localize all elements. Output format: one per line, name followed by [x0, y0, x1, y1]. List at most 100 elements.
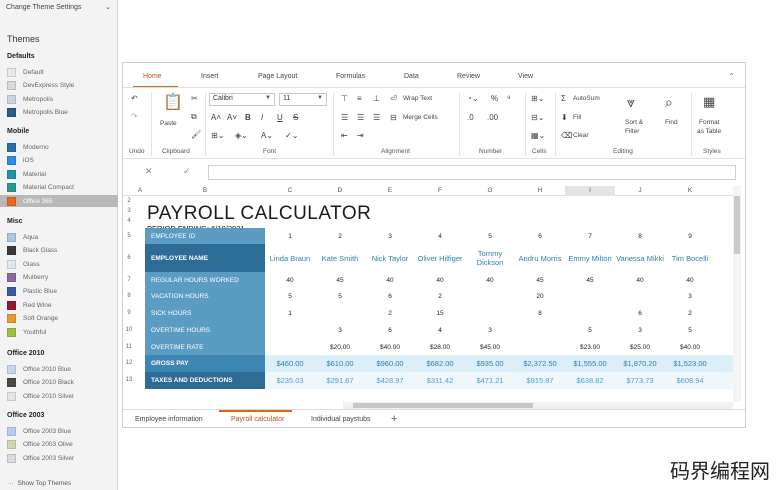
grid-cell[interactable]: Tommy Dickson: [465, 244, 515, 272]
grid-cell[interactable]: 7: [565, 228, 615, 244]
grid-cell[interactable]: 6: [365, 322, 415, 339]
row-header[interactable]: 7: [123, 272, 135, 288]
tab-view[interactable]: View: [518, 73, 533, 80]
column-header[interactable]: C: [265, 186, 315, 196]
borders-icon[interactable]: ⊞⌄: [211, 131, 224, 141]
theme-item[interactable]: Office 2010 Black: [0, 377, 118, 389]
grid-cell[interactable]: $638.82: [565, 372, 615, 389]
grid-cell[interactable]: 2: [365, 305, 415, 322]
theme-item[interactable]: Aqua: [0, 231, 118, 243]
font-size-select[interactable]: 11 ▼: [279, 93, 327, 106]
underline-icon[interactable]: U: [277, 113, 283, 123]
wrap-text-icon[interactable]: ⏎: [390, 94, 397, 104]
grid-cell[interactable]: Emmy Milton: [565, 244, 615, 272]
formula-input[interactable]: [208, 165, 736, 180]
grid-cell[interactable]: 9: [665, 228, 715, 244]
tab-page-layout[interactable]: Page Layout: [258, 73, 297, 80]
format-cells-icon[interactable]: ▦⌄: [531, 131, 545, 141]
grid-cell[interactable]: $682.00: [415, 355, 465, 372]
autosum-button[interactable]: AutoSum: [573, 95, 600, 102]
sort-filter-label-2[interactable]: Filter: [625, 128, 639, 135]
theme-item[interactable]: Office 2003 Olive: [0, 439, 118, 451]
font-color-icon[interactable]: A⌄: [261, 131, 273, 141]
increase-indent-icon[interactable]: ⇥: [357, 131, 364, 141]
grid-cell[interactable]: 8: [515, 305, 565, 322]
grid-cell[interactable]: $935.00: [465, 355, 515, 372]
grid-cell[interactable]: $2,372.50: [515, 355, 565, 372]
sheet-tab-individual-paystubs[interactable]: Individual paystubs: [311, 416, 371, 423]
sort-filter-label-1[interactable]: Sort &: [625, 119, 643, 126]
theme-item[interactable]: Glass: [0, 258, 118, 270]
grid-cell[interactable]: $960.00: [365, 355, 415, 372]
sheet-title[interactable]: PAYROLL CALCULATOR: [147, 203, 371, 225]
grid-cell[interactable]: 15: [415, 305, 465, 322]
grid-cell[interactable]: 40: [365, 272, 415, 288]
theme-item[interactable]: Material: [0, 168, 118, 180]
column-header[interactable]: D: [315, 186, 365, 196]
align-top-icon[interactable]: ⊤: [341, 94, 348, 104]
grid-cell[interactable]: 40: [465, 272, 515, 288]
row-header[interactable]: 11: [123, 339, 135, 355]
grid-cell[interactable]: 2: [415, 288, 465, 305]
chevron-down-icon[interactable]: ⌄: [105, 3, 111, 11]
grid-cell[interactable]: 5: [265, 288, 315, 305]
grid-cell[interactable]: $311.42: [415, 372, 465, 389]
theme-item[interactable]: Metropolis Blue: [0, 107, 118, 119]
row-header[interactable]: 12: [123, 355, 135, 372]
grid-cell[interactable]: 45: [515, 272, 565, 288]
row-header[interactable]: 13: [123, 372, 135, 389]
copy-icon[interactable]: ⧉: [191, 112, 197, 122]
align-center-icon[interactable]: ☰: [357, 113, 364, 123]
grid-cell[interactable]: 3: [615, 322, 665, 339]
show-top-themes-button[interactable]: ··· Show Top Themes: [7, 480, 71, 487]
row-header[interactable]: 9: [123, 305, 135, 322]
theme-item[interactable]: Office 2010 Blue: [0, 363, 118, 375]
redo-icon[interactable]: ↷: [131, 112, 138, 122]
grid-cell[interactable]: [465, 305, 515, 322]
wrap-text-button[interactable]: Wrap Text: [403, 95, 432, 102]
tab-home[interactable]: Home: [143, 73, 162, 80]
format-as-table-icon[interactable]: ▦: [703, 94, 715, 109]
column-header[interactable]: G: [465, 186, 515, 196]
grid-cell[interactable]: [565, 288, 615, 305]
row-label-cell[interactable]: SICK HOURS: [145, 305, 265, 322]
theme-item[interactable]: Material Compact: [0, 182, 118, 194]
clear-icon[interactable]: ⌫: [561, 131, 572, 141]
autosum-icon[interactable]: Σ: [561, 94, 566, 104]
delete-cells-icon[interactable]: ⊟⌄: [531, 113, 544, 123]
grid-cell[interactable]: $23.00: [565, 339, 615, 355]
strikethrough-icon[interactable]: S: [293, 113, 298, 123]
tab-formulas[interactable]: Formulas: [336, 73, 365, 80]
grid-cell[interactable]: 2: [665, 305, 715, 322]
grid-cell[interactable]: $45.00: [465, 339, 515, 355]
grid-cell[interactable]: $40.00: [665, 339, 715, 355]
grid-cell[interactable]: $25.00: [615, 339, 665, 355]
theme-item[interactable]: iOS: [0, 155, 118, 167]
row-header[interactable]: 10: [123, 322, 135, 339]
grid-cell[interactable]: $20.00: [315, 339, 365, 355]
grid-cell[interactable]: $40.00: [365, 339, 415, 355]
grid-cell[interactable]: $1,523.00: [665, 355, 715, 372]
number-format-icon[interactable]: ◔⌄: [467, 94, 479, 104]
format-painter-icon[interactable]: 🖌: [191, 130, 201, 140]
row-label-cell[interactable]: REGULAR HOURS WORKED: [145, 272, 265, 288]
theme-item[interactable]: Soft Orange: [0, 313, 118, 325]
theme-item[interactable]: Moderno: [0, 141, 118, 153]
column-header[interactable]: J: [615, 186, 665, 196]
insert-cells-icon[interactable]: ⊞⌄: [531, 94, 544, 104]
increase-font-icon[interactable]: A˄: [211, 113, 221, 123]
sort-filter-icon[interactable]: ⩔: [627, 94, 635, 110]
bold-icon[interactable]: B: [245, 113, 251, 123]
tab-review[interactable]: Review: [457, 73, 480, 80]
grid-cell[interactable]: 45: [315, 272, 365, 288]
grid-cell[interactable]: 45: [565, 272, 615, 288]
grid-cell[interactable]: $1,870.20: [615, 355, 665, 372]
find-button[interactable]: Find: [665, 119, 678, 126]
theme-item[interactable]: Plastic Blue: [0, 285, 118, 297]
grid-cell[interactable]: 3: [315, 322, 365, 339]
grid-cell[interactable]: 6: [615, 305, 665, 322]
horizontal-scrollbar[interactable]: [343, 402, 733, 409]
undo-icon[interactable]: ↶: [131, 94, 138, 104]
column-header[interactable]: E: [365, 186, 415, 196]
theme-item[interactable]: Red Wine: [0, 299, 118, 311]
